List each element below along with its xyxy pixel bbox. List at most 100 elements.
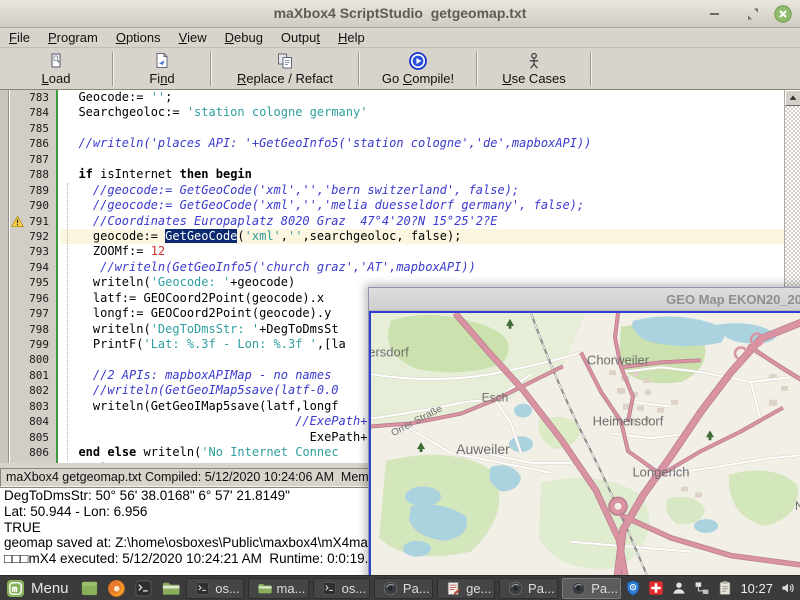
menu-label: Menu xyxy=(31,580,69,597)
line-number: 785 xyxy=(10,121,56,136)
launcher-firefox-icon[interactable] xyxy=(105,578,128,599)
taskbar-window-label: os... xyxy=(342,581,367,596)
orb-icon xyxy=(571,581,586,596)
code-line[interactable]: //writeln(GetGeoInfo5('church graz','AT'… xyxy=(60,260,784,275)
toolbar-button-use-cases[interactable]: Use Cases xyxy=(478,48,590,89)
line-number: 783 xyxy=(10,90,56,105)
code-line[interactable]: Geocode:= ''; xyxy=(60,90,784,105)
taskbar-window-label: ma... xyxy=(277,581,306,596)
code-line[interactable]: //geocode:= GetGeoCode('xml','','bern sw… xyxy=(60,183,784,198)
toolbar-button-label: Use Cases xyxy=(502,71,566,86)
taskbar-window-os[interactable]: os... xyxy=(186,578,243,599)
code-line[interactable]: //writeln('places API: '+GetGeoInfo5('st… xyxy=(60,136,784,151)
line-number: 799 xyxy=(10,337,56,352)
line-number: 793 xyxy=(10,244,56,259)
line-number: 806 xyxy=(10,445,56,460)
toolbar-button-load[interactable]: Load xyxy=(0,48,112,89)
clock[interactable]: 10:27 xyxy=(740,581,773,596)
toolbar-button-go-compile[interactable]: Go Compile! xyxy=(360,48,476,89)
line-number: 789 xyxy=(10,183,56,198)
terminal-icon xyxy=(134,579,153,598)
menu-item-options[interactable]: Options xyxy=(107,28,170,47)
taskbar-window-ma[interactable]: ma... xyxy=(248,578,309,599)
orb-icon xyxy=(508,581,523,596)
menu-item-file[interactable]: File xyxy=(0,28,39,47)
code-line[interactable] xyxy=(60,121,784,136)
folder-icon xyxy=(257,581,272,596)
toolbar-button-find[interactable]: Find xyxy=(114,48,210,89)
toolbar-button-replace-refact[interactable]: Replace / Refact xyxy=(212,48,358,89)
restore-button[interactable] xyxy=(744,5,762,23)
shield-icon[interactable] xyxy=(625,580,641,596)
line-number: 797 xyxy=(10,306,56,321)
menu-item-help[interactable]: Help xyxy=(329,28,374,47)
menu-item-output[interactable]: Output xyxy=(272,28,329,47)
toolbar-separator xyxy=(590,52,592,86)
taskbar-window-label: Pa... xyxy=(528,581,555,596)
taskbar-window-label: ge... xyxy=(466,581,491,596)
taskbar-window-pa[interactable]: Pa... xyxy=(374,578,433,599)
launcher-terminal-icon[interactable] xyxy=(132,578,155,599)
minimize-button[interactable] xyxy=(706,5,724,23)
code-line[interactable]: //geocode:= GetGeoCode('xml','','melia d… xyxy=(60,198,784,213)
launcher-folder-icon[interactable] xyxy=(159,578,182,599)
map-label-heimersdorf: Heimersdorf xyxy=(593,414,664,429)
taskbar-window-label: Pa... xyxy=(591,581,618,596)
main-titlebar[interactable]: maXbox4 ScriptStudio getgeomap.txt xyxy=(0,0,800,28)
line-number: 804 xyxy=(10,414,56,429)
close-button[interactable] xyxy=(774,5,792,23)
menu-item-debug[interactable]: Debug xyxy=(216,28,272,47)
line-number: 790 xyxy=(10,198,56,213)
taskbar: Menu os... ma... os... Pa... ge... Pa... Pa... 1… xyxy=(0,575,800,600)
menu-bar: FileProgramOptionsViewDebugOutputHelp xyxy=(0,28,800,48)
toolbar-button-label: Load xyxy=(42,71,71,86)
menu-item-view[interactable]: View xyxy=(170,28,216,47)
compile-icon xyxy=(408,51,428,71)
code-line[interactable] xyxy=(60,152,784,167)
notepad-icon xyxy=(446,581,461,596)
geo-map-window[interactable]: GEO Map EKON20_20 xyxy=(368,287,800,600)
code-line[interactable]: ZOOMf:= 12 xyxy=(60,244,784,259)
code-line[interactable]: if isInternet then begin xyxy=(60,167,784,182)
map-label-nie: Nie xyxy=(795,499,800,513)
selected-token[interactable]: GetGeoCode xyxy=(165,229,237,243)
code-line[interactable]: geocode:= GetGeoCode('xml','',searchgeol… xyxy=(60,229,784,244)
map-window-title[interactable]: GEO Map EKON20_20 xyxy=(369,288,800,311)
openstreetmap-view[interactable]: nersdorfChorweilerEschOrrer StraßeHeimer… xyxy=(371,313,800,597)
terminal-icon xyxy=(322,581,337,596)
mint-icon xyxy=(6,579,25,598)
editor-gutter: 7837847857867877887897907917927937947957… xyxy=(10,90,58,463)
code-line[interactable]: Searchgeoloc:= 'station cologne germany' xyxy=(60,105,784,120)
orb-icon xyxy=(383,581,398,596)
toolbar-button-label: Replace / Refact xyxy=(237,71,333,86)
mint-menu-button[interactable]: Menu xyxy=(4,578,75,599)
line-number: 787 xyxy=(10,152,56,167)
user-icon[interactable] xyxy=(671,580,687,596)
line-number: 795 xyxy=(10,275,56,290)
desktop: maXbox4 ScriptStudio getgeomap.txt FileP… xyxy=(0,0,800,600)
line-number: 800 xyxy=(10,352,56,367)
taskbar-window-ge[interactable]: ge... xyxy=(437,578,495,599)
line-number: 794 xyxy=(10,260,56,275)
menu-item-program[interactable]: Program xyxy=(39,28,107,47)
map-canvas[interactable]: nersdorfChorweilerEschOrrer StraßeHeimer… xyxy=(369,311,800,599)
replace-icon xyxy=(275,51,295,71)
map-label-nersdorf: nersdorf xyxy=(371,344,409,359)
taskbar-window-os[interactable]: os... xyxy=(313,578,370,599)
map-label-auweiler: Auweiler xyxy=(456,441,510,457)
find-icon xyxy=(152,51,172,71)
map-label-longerich: Longerich xyxy=(632,465,689,480)
scroll-up-button[interactable] xyxy=(785,90,800,106)
launcher-files-icon[interactable] xyxy=(79,578,102,599)
firstaid-icon[interactable] xyxy=(648,580,664,596)
clipboard-icon[interactable] xyxy=(717,580,733,596)
system-tray: 10:27 xyxy=(625,580,796,596)
speaker-icon[interactable] xyxy=(780,580,796,596)
editor-left-strip xyxy=(0,90,9,463)
code-line[interactable]: //Coordinates Europaplatz 8020 Graz 47°4… xyxy=(60,214,784,229)
taskbar-window-label: os... xyxy=(215,581,240,596)
taskbar-window-pa[interactable]: Pa... xyxy=(562,578,621,599)
line-number: 784 xyxy=(10,105,56,120)
network-icon[interactable] xyxy=(694,580,710,596)
taskbar-window-pa[interactable]: Pa... xyxy=(499,578,558,599)
